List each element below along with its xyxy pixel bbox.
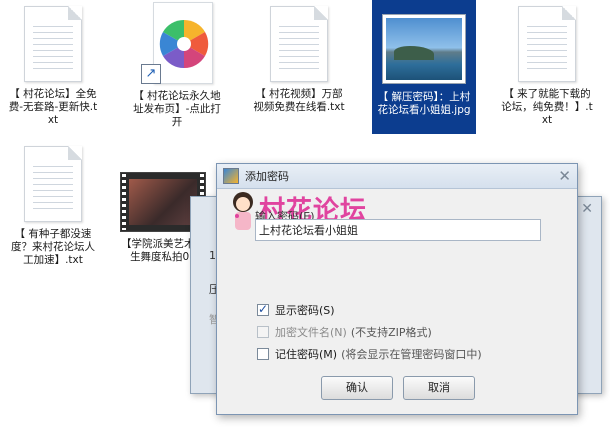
- app-icon: [223, 168, 239, 184]
- dialog-title: 添加密码: [245, 170, 289, 183]
- option-note: (不支持ZIP格式): [350, 326, 432, 339]
- password-input[interactable]: [255, 219, 541, 241]
- pinwheel-shortcut-icon: ↗: [141, 2, 213, 84]
- file-label: 【 村花论坛】全免费-无套路-更新快.txt: [8, 88, 98, 126]
- text-file-icon: [500, 6, 594, 82]
- file-item[interactable]: 【 来了就能下载的论坛，纯免费！】.txt: [500, 6, 594, 127]
- option-label: 记住密码(M): [275, 348, 338, 361]
- add-password-dialog: 添加密码 ✕ 村花论坛 输入密码(E) 显示密码(S) 加密文件名(N) (不支…: [216, 163, 578, 415]
- option-label: 加密文件名(N): [275, 326, 347, 339]
- background-text: 1: [209, 249, 216, 262]
- file-item[interactable]: 【 有种子都没速度？来村花论坛人工加速】.txt: [6, 146, 100, 267]
- file-item[interactable]: 【 村花论坛】全免费-无套路-更新快.txt: [6, 6, 100, 127]
- option-label: 显示密码(S): [275, 304, 335, 317]
- encrypt-filename-checkbox: [257, 326, 269, 338]
- close-icon[interactable]: ✕: [581, 201, 593, 217]
- encrypt-filename-option: 加密文件名(N) (不支持ZIP格式): [257, 324, 432, 340]
- text-file-icon: [6, 146, 100, 222]
- image-file-icon: [372, 0, 476, 84]
- remember-password-checkbox[interactable]: [257, 348, 269, 360]
- file-item-selected[interactable]: 【 解压密码】：上村花论坛看小姐姐.jpg: [372, 0, 476, 134]
- shortcut-arrow-icon: ↗: [141, 64, 161, 84]
- ok-button[interactable]: 确认: [321, 376, 393, 400]
- show-password-checkbox[interactable]: [257, 302, 269, 316]
- file-item[interactable]: ↗ 【 村花论坛永久地址发布页】-点此打开: [130, 2, 224, 129]
- file-label: 【 来了就能下载的论坛，纯免费！】.txt: [501, 88, 593, 126]
- dialog-titlebar[interactable]: 添加密码 ✕: [217, 164, 577, 189]
- cancel-button[interactable]: 取消: [403, 376, 475, 400]
- file-label: 【 村花论坛永久地址发布页】-点此打开: [133, 90, 221, 128]
- remember-password-option[interactable]: 记住密码(M) (将会显示在管理密码窗口中): [257, 346, 482, 362]
- file-label: 【 有种子都没速度？来村花论坛人工加速】.txt: [11, 228, 95, 266]
- file-item[interactable]: 【 村花视频】万部视频免费在线看.txt: [252, 6, 346, 114]
- option-note: (将会显示在管理密码窗口中): [341, 348, 482, 361]
- text-file-icon: [252, 6, 346, 82]
- file-label: 【 解压密码】：上村花论坛看小姐姐.jpg: [372, 90, 476, 118]
- file-label: 【 村花视频】万部视频免费在线看.txt: [253, 88, 345, 113]
- show-password-option[interactable]: 显示密码(S): [257, 302, 335, 318]
- text-file-icon: [6, 6, 100, 82]
- close-icon[interactable]: ✕: [558, 167, 571, 185]
